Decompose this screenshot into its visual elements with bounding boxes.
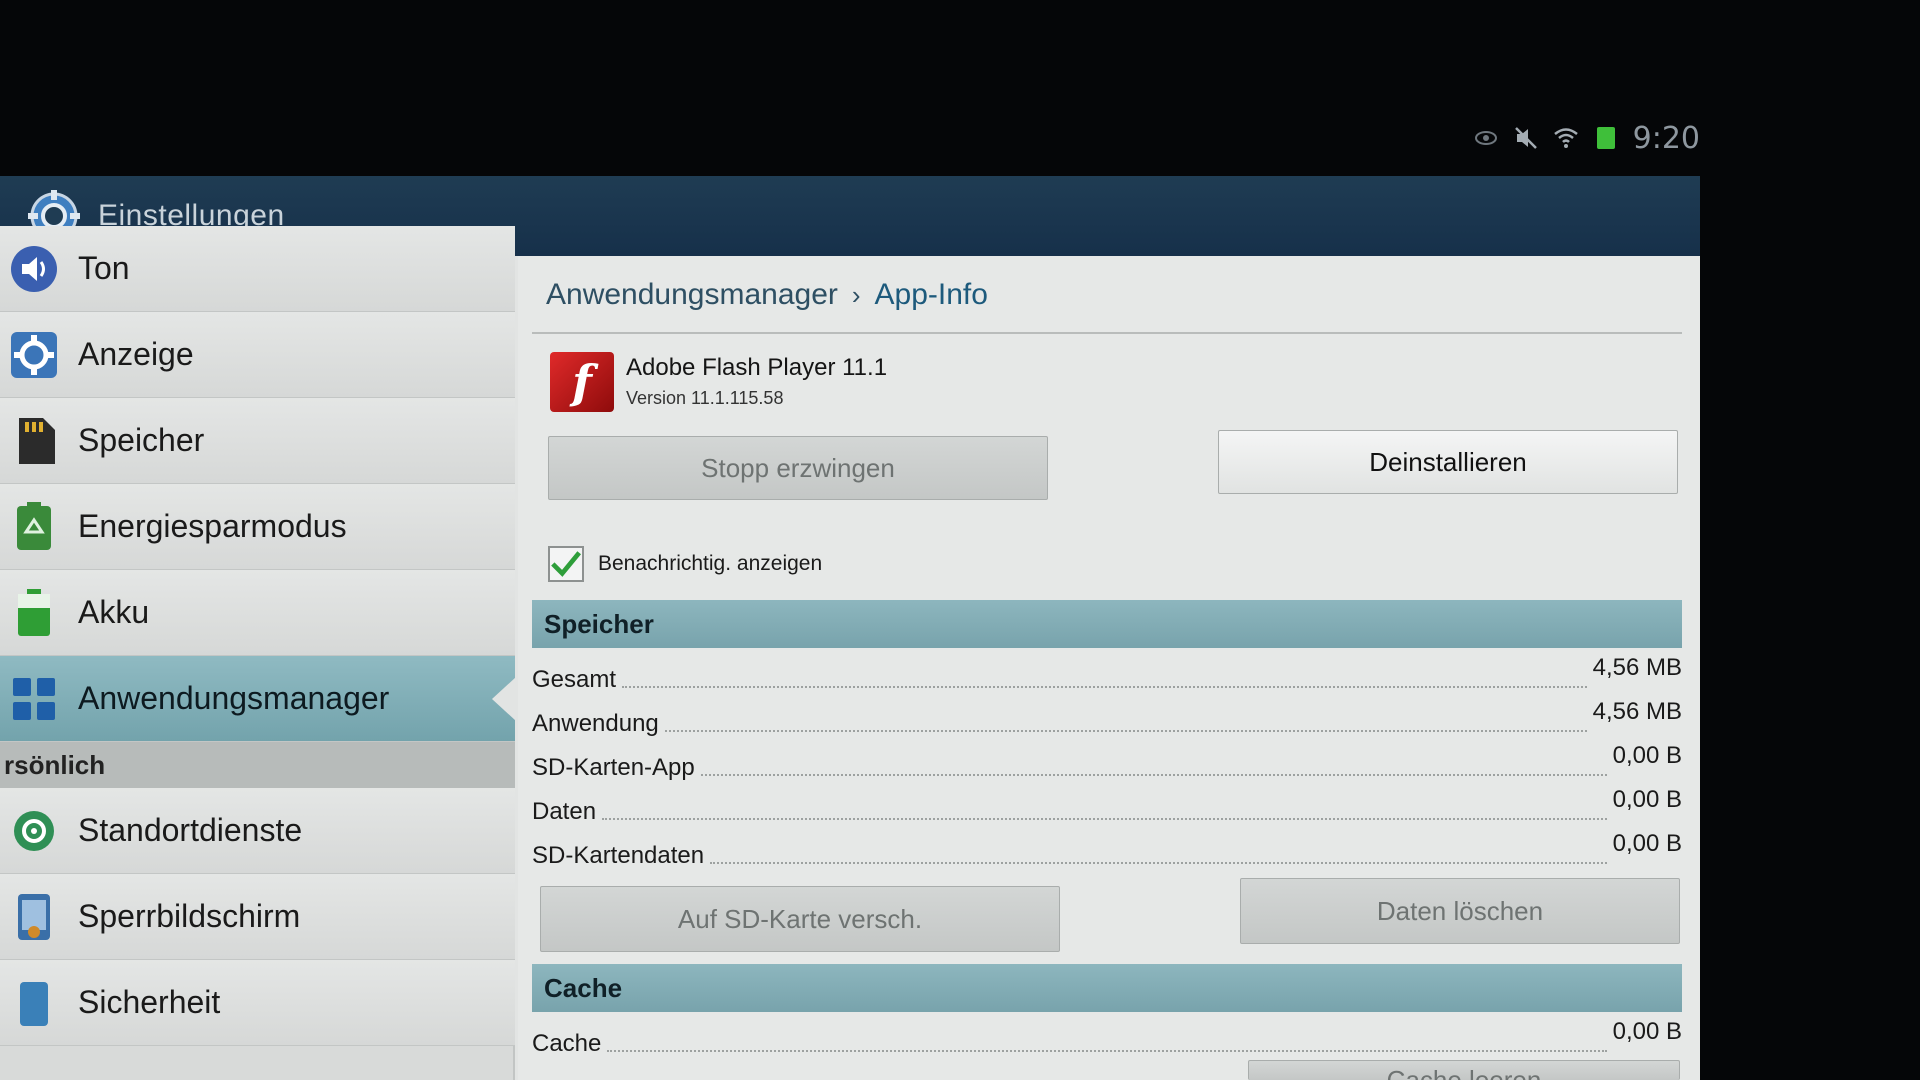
sd-card-icon — [8, 415, 60, 467]
location-icon — [8, 805, 60, 857]
app-info-panel: Anwendungsmanager › App-Info f Adobe Fla… — [518, 256, 1700, 1080]
sidebar-item-label: Ton — [78, 250, 130, 286]
row-label: Anwendung — [532, 710, 659, 737]
battery-icon — [1593, 125, 1619, 151]
sidebar-item-anzeige[interactable]: Anzeige — [0, 312, 515, 398]
checkbox[interactable] — [548, 546, 584, 582]
lock-screen-icon — [8, 891, 60, 943]
divider — [532, 332, 1682, 334]
sidebar-item-energiesparmodus[interactable]: Energiesparmodus — [0, 484, 515, 570]
sidebar-item-standortdienste[interactable]: Standortdienste — [0, 788, 515, 874]
sidebar-item-label: Sperrbildschirm — [78, 898, 301, 934]
row-label: Cache — [532, 1030, 602, 1057]
sidebar-item-label: Speicher — [78, 422, 205, 458]
row-value: 4,56 MB — [1592, 698, 1682, 725]
move-to-sd-button[interactable]: Auf SD-Karte versch. — [540, 886, 1060, 952]
settings-sidebar: Ton Anzeige Speicher Energiesparmodus Ak… — [0, 226, 516, 1080]
dotted-leader — [607, 1050, 1607, 1052]
row-value: 4,56 MB — [1592, 654, 1682, 681]
row-value: 0,00 B — [1612, 1018, 1682, 1045]
active-indicator — [492, 677, 516, 721]
tablet-screen: Einstellungen Ton Anzeige Speicher Energ… — [0, 176, 1700, 1080]
clock: 9:20 — [1632, 120, 1700, 156]
chevron-right-icon: › — [851, 279, 861, 310]
storage-row-daten: Daten 0,00 B — [532, 786, 1682, 826]
breadcrumb-current: App-Info — [874, 278, 988, 311]
row-value: 0,00 B — [1612, 830, 1682, 857]
app-version: Version 11.1.115.58 — [626, 388, 784, 408]
row-label: SD-Karten-App — [532, 754, 695, 781]
sidebar-item-sperrbildschirm[interactable]: Sperrbildschirm — [0, 874, 515, 960]
sidebar-item-label: Anwendungsmanager — [78, 680, 390, 716]
checkmark-icon — [551, 551, 581, 577]
storage-section-header: Speicher — [532, 600, 1682, 648]
status-bar: 9:20 — [1473, 118, 1700, 158]
breadcrumb-parent[interactable]: Anwendungsmanager — [546, 278, 838, 312]
clear-cache-button[interactable]: Cache leeren — [1248, 1060, 1680, 1080]
storage-row-sd-kartendaten: SD-Kartendaten 0,00 B — [532, 830, 1682, 870]
cache-section-header: Cache — [532, 964, 1682, 1012]
row-label: Gesamt — [532, 666, 617, 693]
sidebar-item-label: Energiesparmodus — [78, 508, 347, 544]
app-name: Adobe Flash Player 11.1 — [626, 354, 888, 381]
uninstall-button[interactable]: Deinstallieren — [1218, 430, 1678, 494]
sidebar-item-speicher[interactable]: Speicher — [0, 398, 515, 484]
storage-row-gesamt: Gesamt 4,56 MB — [532, 654, 1682, 694]
battery-icon — [8, 587, 60, 639]
eye-icon — [1473, 125, 1499, 151]
display-gear-icon — [8, 329, 60, 381]
dotted-leader — [710, 862, 1607, 864]
dotted-leader — [700, 774, 1607, 776]
sidebar-item-ton[interactable]: Ton — [0, 226, 515, 312]
clear-data-button[interactable]: Daten löschen — [1240, 878, 1680, 944]
checkbox-label: Benachrichtig. anzeigen — [598, 552, 823, 575]
clear-cache-label: Cache leeren — [1386, 1065, 1542, 1080]
sidebar-item-label: Anzeige — [78, 336, 194, 372]
row-value: 0,00 B — [1612, 742, 1682, 769]
mute-icon — [1513, 125, 1539, 151]
recycle-icon — [8, 501, 60, 553]
sidebar-section-header: rsönlich — [0, 742, 515, 788]
flash-player-icon: f — [550, 352, 614, 412]
sidebar-item-akku[interactable]: Akku — [0, 570, 515, 656]
row-label: SD-Kartendaten — [532, 842, 705, 869]
notification-toggle[interactable]: Benachrichtig. anzeigen — [548, 546, 822, 582]
row-label: Daten — [532, 798, 597, 825]
storage-row-anwendung: Anwendung 4,56 MB — [532, 698, 1682, 738]
dotted-leader — [664, 730, 1587, 732]
wifi-icon — [1553, 125, 1579, 151]
sidebar-item-anwendungsmanager[interactable]: Anwendungsmanager — [0, 656, 516, 742]
dotted-leader — [602, 818, 1607, 820]
row-value: 0,00 B — [1612, 786, 1682, 813]
apps-grid-icon — [8, 673, 60, 725]
storage-row-sd-karten-app: SD-Karten-App 0,00 B — [532, 742, 1682, 782]
dotted-leader — [622, 686, 1587, 688]
force-stop-button[interactable]: Stopp erzwingen — [548, 436, 1048, 500]
sidebar-item-sicherheit[interactable]: Sicherheit — [0, 960, 515, 1046]
breadcrumb: Anwendungsmanager › App-Info — [546, 278, 988, 312]
cache-row: Cache 0,00 B — [532, 1018, 1682, 1058]
speaker-icon — [8, 243, 60, 295]
sidebar-item-label: Standortdienste — [78, 812, 303, 848]
shield-icon — [8, 977, 60, 1029]
sidebar-item-label: Akku — [78, 594, 150, 630]
sidebar-item-label: Sicherheit — [78, 984, 221, 1020]
